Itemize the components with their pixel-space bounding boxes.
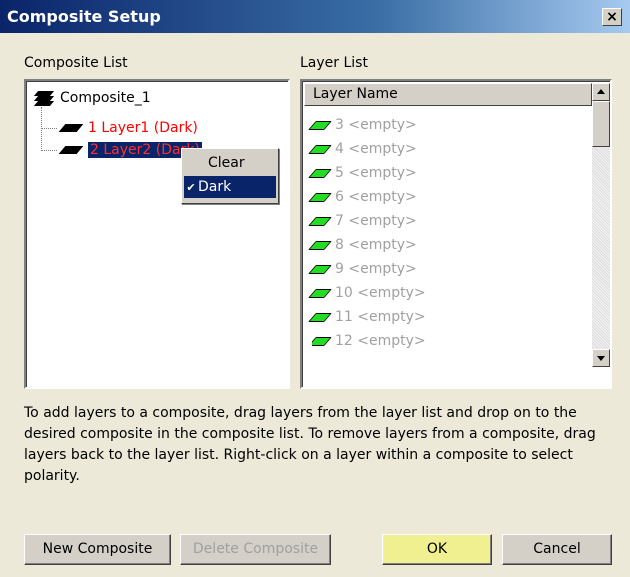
layer-list-label: Layer List (300, 55, 368, 71)
instructions-text: To add layers to a composite, drag layer… (24, 405, 596, 484)
list-item[interactable]: 11 <empty> (308, 305, 426, 329)
composite-list-label: Composite List (24, 55, 128, 71)
close-button[interactable]: × (602, 8, 622, 26)
delete-composite-button[interactable]: Delete Composite (180, 534, 331, 565)
list-item[interactable]: 9 <empty> (308, 257, 417, 281)
list-item[interactable]: 7 <empty> (308, 209, 417, 233)
layer-icon (308, 168, 332, 178)
tree-item-layer1[interactable]: 1 Layer1 (Dark) (58, 117, 198, 139)
list-item[interactable]: 4 <empty> (308, 137, 417, 161)
arrow-down-icon (597, 356, 605, 361)
column-header-layer-name[interactable]: Layer Name (304, 83, 592, 106)
check-icon: ✔ (186, 181, 196, 194)
layer-icon (312, 336, 332, 346)
list-item[interactable]: 5 <empty> (308, 161, 417, 185)
menu-item-dark[interactable]: ✔ Dark (184, 176, 276, 198)
title-bar: Composite Setup × (0, 0, 630, 33)
composite-node-label: Composite_1 (60, 90, 151, 106)
list-item[interactable]: 8 <empty> (308, 233, 417, 257)
arrow-up-icon (597, 89, 605, 94)
list-item[interactable]: 6 <empty> (308, 185, 417, 209)
layer-icon (308, 312, 332, 322)
list-item[interactable]: 3 <empty> (308, 113, 417, 137)
menu-item-clear[interactable]: Clear (184, 152, 276, 174)
scroll-up-button[interactable] (592, 83, 610, 101)
composite-node[interactable]: Composite_1 (32, 87, 151, 109)
cancel-button[interactable]: Cancel (502, 534, 612, 565)
layer-list[interactable]: Layer Name 3 <empty> 4 <empty> 5 <empty>… (300, 79, 612, 389)
composite-tree[interactable]: Composite_1 1 Layer1 (Dark) 2 Layer2 (Da… (24, 79, 290, 389)
layer-icon (308, 144, 332, 154)
layer-icon (308, 288, 332, 298)
tree-connector (41, 150, 57, 151)
tree-connector (41, 128, 57, 129)
new-composite-button[interactable]: New Composite (24, 534, 171, 565)
vertical-scrollbar[interactable] (592, 83, 610, 367)
window-title: Composite Setup (7, 7, 161, 26)
layer-icon (308, 192, 332, 202)
layer-icon (308, 216, 332, 226)
scrollbar-thumb[interactable] (592, 101, 610, 147)
layer-icon (308, 120, 332, 130)
ok-button[interactable]: OK (382, 534, 492, 565)
list-item[interactable]: 12 <empty> (312, 329, 426, 351)
composite-icon (32, 90, 55, 106)
layer-icon (58, 124, 84, 132)
tree-item-label: 1 Layer1 (Dark) (88, 120, 198, 136)
menu-item-label: Dark (198, 179, 232, 195)
layer-icon (308, 264, 332, 274)
scroll-down-button[interactable] (592, 349, 610, 367)
list-item[interactable]: 10 <empty> (308, 281, 426, 305)
menu-item-label: Clear (208, 155, 245, 171)
polarity-context-menu: Clear ✔ Dark (181, 148, 279, 204)
tree-connector (41, 107, 42, 151)
layer-icon (58, 146, 84, 154)
layer-icon (308, 240, 332, 250)
